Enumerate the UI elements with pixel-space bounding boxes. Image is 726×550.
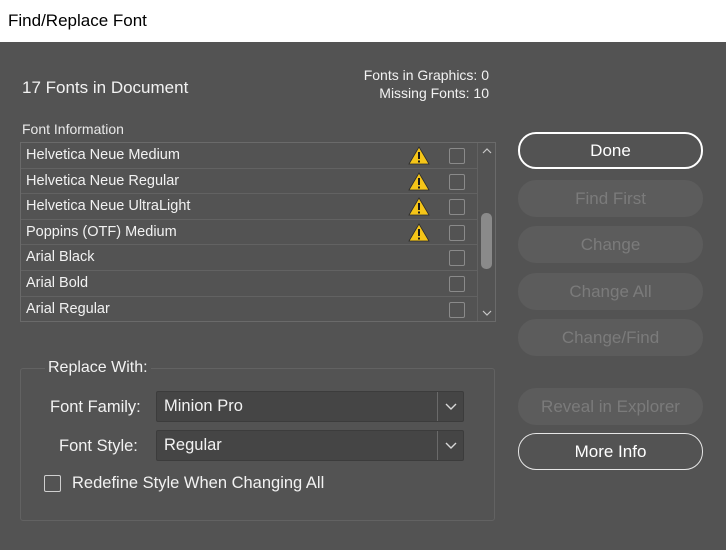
font-information-label: Font Information [22,121,124,137]
change-find-button[interactable]: Change/Find [518,319,703,356]
font-list-scrollbar[interactable] [477,143,495,321]
font-name: Arial Black [26,249,95,266]
font-row-checkbox[interactable] [449,224,465,241]
font-name: Poppins (OTF) Medium [26,223,177,240]
redefine-style-label: Redefine Style When Changing All [72,474,325,492]
font-family-select[interactable]: Minion Pro [156,391,464,422]
change-all-button[interactable]: Change All [518,273,703,310]
warning-triangle-icon [408,197,430,216]
reveal-in-explorer-button[interactable]: Reveal in Explorer [518,388,703,425]
chevron-down-icon[interactable] [437,392,463,421]
replace-with-label: Replace With: [45,359,151,377]
font-row-checkbox[interactable] [449,250,465,267]
font-row-checkbox[interactable] [449,276,465,292]
fonts-count-heading: 17 Fonts in Document [22,78,189,97]
font-list-row[interactable]: Arial Bold [21,271,477,297]
font-row-checkbox[interactable] [449,148,465,164]
font-name: Arial Regular [26,300,110,317]
font-row-checkbox[interactable] [449,301,465,318]
done-button[interactable]: Done [518,132,703,169]
font-style-select[interactable]: Regular [156,430,464,461]
font-family-label: Font Family: [50,398,141,416]
font-list[interactable]: Helvetica Neue Medium Helvetica Neue Regu… [20,142,496,322]
fonts-in-graphics: Fonts in Graphics: 0 [363,67,489,83]
font-style-label: Font Style: [59,437,138,455]
chevron-down-icon[interactable] [437,431,463,460]
scroll-down-icon[interactable] [482,308,492,318]
window-title: Find/Replace Font [0,0,726,42]
redefine-style-checkbox[interactable] [44,475,61,492]
more-info-button[interactable]: More Info [518,433,703,470]
font-name: Arial Bold [26,275,89,291]
font-family-value: Minion Pro [164,397,243,415]
scrollbar-thumb[interactable] [481,213,492,269]
font-list-row[interactable]: Arial Regular [21,297,477,321]
warning-triangle-icon [408,223,430,242]
warning-triangle-icon [408,171,430,191]
font-list-row[interactable]: Poppins (OTF) Medium [21,220,477,246]
font-row-checkbox[interactable] [449,173,465,190]
scroll-up-icon[interactable] [482,146,492,156]
font-style-value: Regular [164,436,222,454]
font-list-row[interactable]: Helvetica Neue Regular [21,169,477,195]
font-list-row[interactable]: Helvetica Neue UltraLight [21,194,477,220]
font-name: Helvetica Neue Medium [26,147,180,163]
font-list-row[interactable]: Helvetica Neue Medium [21,143,477,169]
warning-triangle-icon [408,146,430,165]
font-list-row[interactable]: Arial Black [21,245,477,271]
font-name: Helvetica Neue UltraLight [26,198,191,215]
font-row-checkbox[interactable] [449,199,465,216]
missing-fonts: Missing Fonts: 10 [379,85,489,101]
change-button[interactable]: Change [518,226,703,263]
font-name: Helvetica Neue Regular [26,172,180,189]
font-stats: Fonts in Graphics: 0 Missing Fonts: 10 [364,66,489,102]
find-first-button[interactable]: Find First [518,180,703,217]
